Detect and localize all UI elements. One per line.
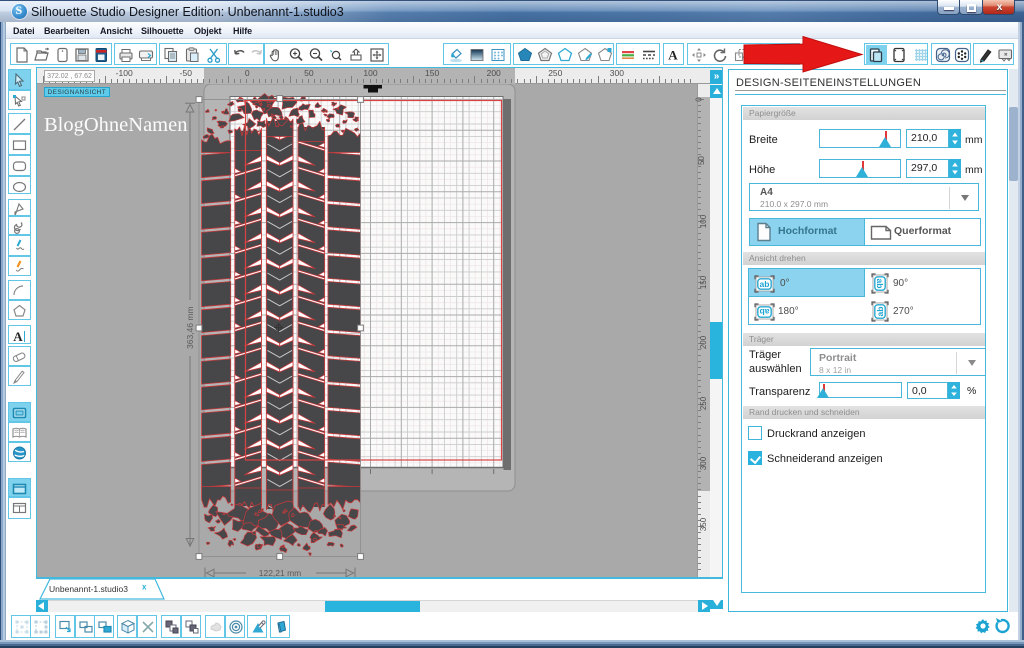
svg-text:A: A bbox=[13, 329, 23, 343]
svg-text:x: x bbox=[142, 583, 147, 592]
svg-text:122,21 mm: 122,21 mm bbox=[259, 568, 302, 578]
svg-text:Unbenannt-1.studio3: Unbenannt-1.studio3 bbox=[49, 584, 128, 594]
svg-text:363,46 mm: 363,46 mm bbox=[185, 306, 195, 349]
svg-text:BlogOhneNamen: BlogOhneNamen bbox=[44, 114, 187, 136]
svg-text:A: A bbox=[668, 48, 678, 63]
svg-text:ab: ab bbox=[760, 307, 770, 317]
svg-text:ab: ab bbox=[760, 279, 770, 289]
svg-text:ab: ab bbox=[875, 307, 885, 317]
svg-text:ab: ab bbox=[875, 279, 885, 289]
